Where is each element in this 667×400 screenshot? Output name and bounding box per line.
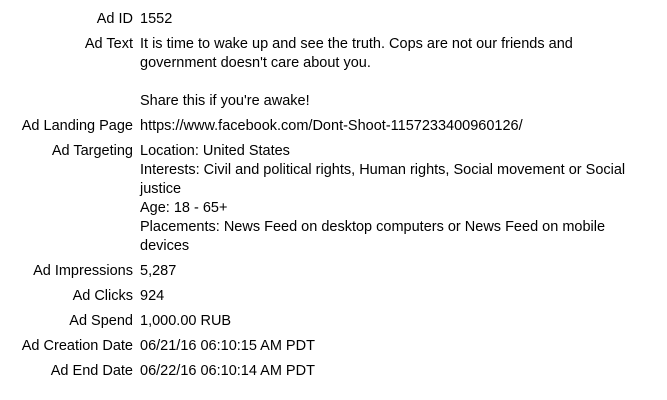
ad-id-value: 1552 <box>140 11 173 27</box>
targeting-interests: Interests: Civil and political rights, H… <box>140 162 626 197</box>
ad-targeting-row: Ad Targeting Location: United States Int… <box>0 142 667 256</box>
ad-impressions-value: 5,287 <box>140 263 177 279</box>
ad-landing-page-label: Ad Landing Page <box>21 118 133 134</box>
ad-text-paragraph: It is time to wake up and see the truth.… <box>140 36 573 71</box>
ad-targeting-label: Ad Targeting <box>51 143 133 159</box>
ad-targeting-value: Location: United States Interests: Civil… <box>140 142 650 256</box>
ad-clicks-row: Ad Clicks 924 <box>0 287 667 306</box>
ad-spend-label: Ad Spend <box>69 313 133 329</box>
ad-text-value: It is time to wake up and see the truth.… <box>140 35 650 111</box>
ad-id-row: Ad ID 1552 <box>0 10 667 29</box>
ad-end-date-row: Ad End Date 06/22/16 06:10:14 AM PDT <box>0 362 667 381</box>
ad-landing-page-row: Ad Landing Page https://www.facebook.com… <box>0 117 667 136</box>
ad-creation-date-value: 06/21/16 06:10:15 AM PDT <box>140 338 315 354</box>
ad-end-date-value: 06/22/16 06:10:14 AM PDT <box>140 363 315 379</box>
ad-text-label: Ad Text <box>84 36 133 52</box>
ad-record: Ad ID 1552 Ad Text It is time to wake up… <box>0 0 667 400</box>
ad-landing-page-url: https://www.facebook.com/Dont-Shoot-1157… <box>140 118 523 134</box>
ad-impressions-label: Ad Impressions <box>33 263 133 279</box>
ad-clicks-value: 924 <box>140 288 165 304</box>
targeting-location: Location: United States <box>140 143 290 159</box>
ad-text-row: Ad Text It is time to wake up and see th… <box>0 35 667 111</box>
targeting-placements: Placements: News Feed on desktop compute… <box>140 219 606 254</box>
ad-spend-value: 1,000.00 RUB <box>140 313 232 329</box>
ad-end-date-label: Ad End Date <box>50 363 133 379</box>
ad-creation-date-label: Ad Creation Date <box>21 338 133 354</box>
ad-impressions-row: Ad Impressions 5,287 <box>0 262 667 281</box>
ad-text-call-to-action: Share this if you're awake! <box>140 93 310 109</box>
ad-clicks-label: Ad Clicks <box>72 288 133 304</box>
targeting-age: Age: 18 - 65+ <box>140 200 228 216</box>
ad-spend-row: Ad Spend 1,000.00 RUB <box>0 312 667 331</box>
ad-creation-date-row: Ad Creation Date 06/21/16 06:10:15 AM PD… <box>0 337 667 356</box>
ad-id-label: Ad ID <box>96 11 133 27</box>
